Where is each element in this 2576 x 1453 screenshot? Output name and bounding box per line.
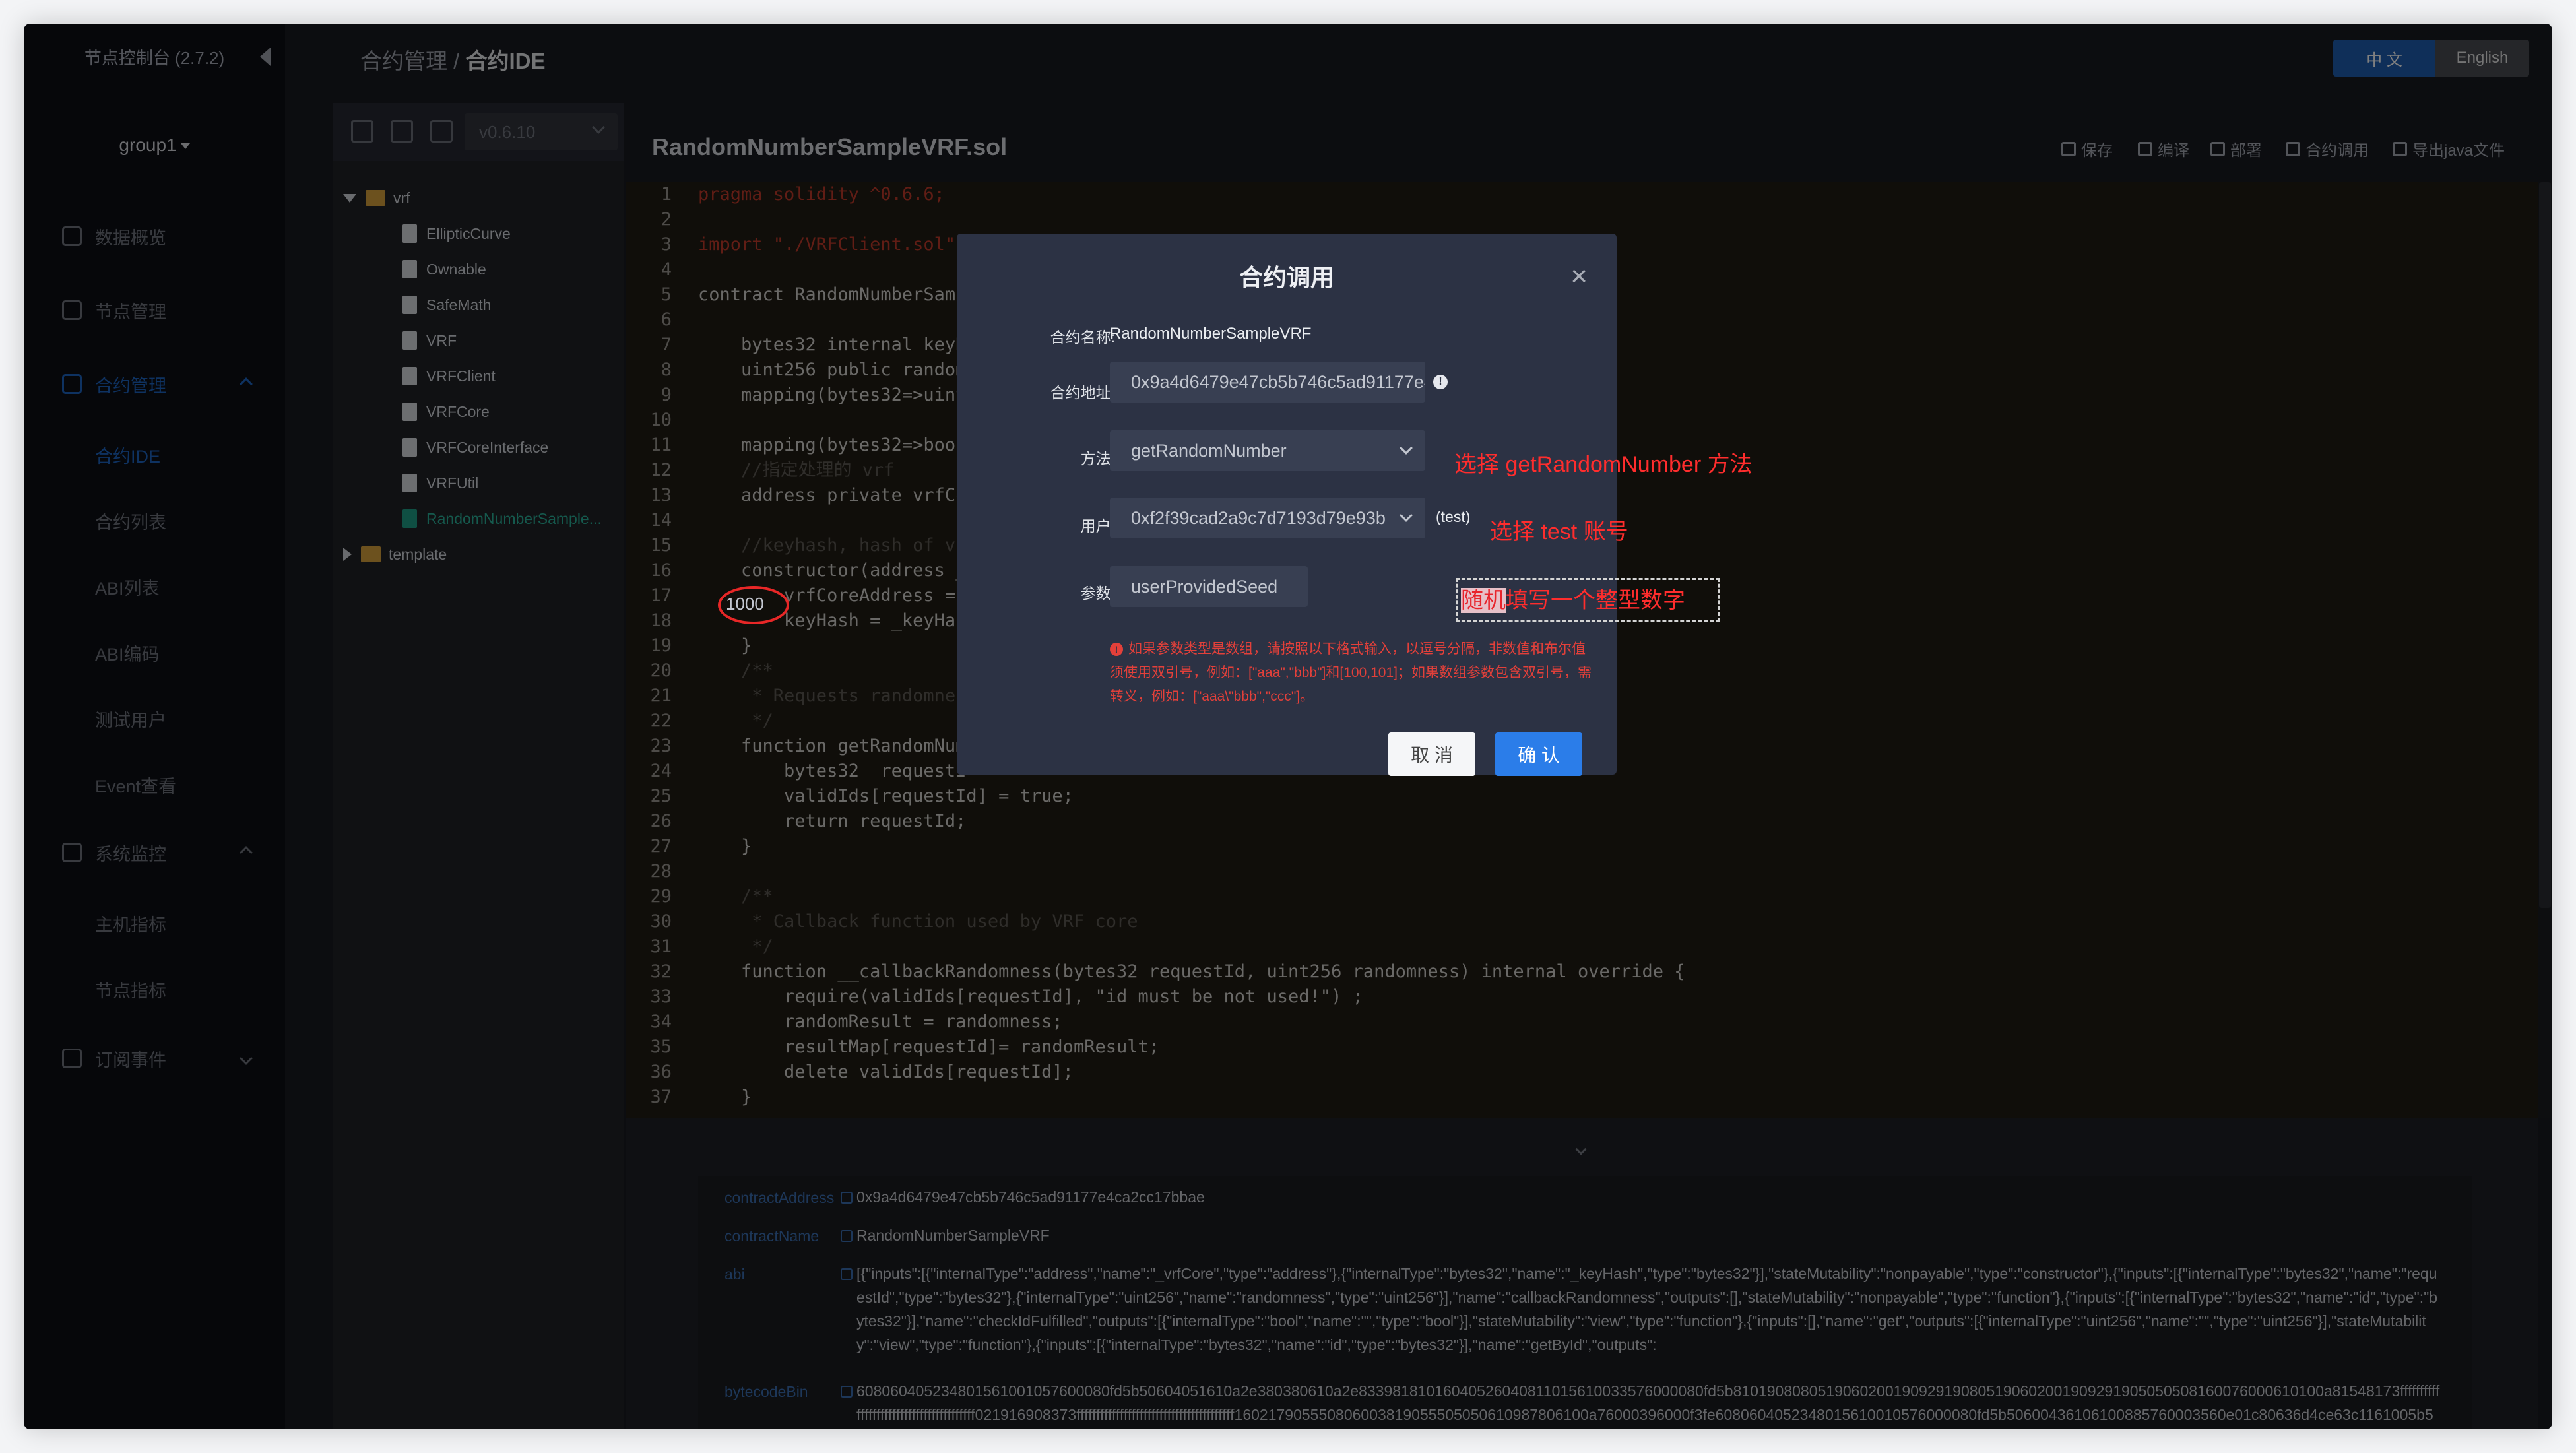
contract-name-value: RandomNumberSampleVRF: [1110, 325, 1312, 342]
param-warning: ! 如果参数类型是数组，请按照以下格式输入，以逗号分隔，非数值和布尔值须使用双引号…: [1110, 637, 1592, 709]
chevron-down-icon: [1400, 509, 1413, 522]
param-placeholder: userProvidedSeed: [1131, 576, 1278, 597]
annotation-rest: 填写一个整型数字: [1506, 588, 1685, 613]
user-tag: (test): [1436, 508, 1471, 525]
error-icon: !: [1110, 643, 1123, 657]
dialog-title: 合约调用: [1239, 264, 1334, 291]
contract-call-dialog: 合约调用 × 合约名称: RandomNumberSampleVRF 合约地址:…: [957, 234, 1617, 776]
contract-name-label: 合约名称:: [1050, 329, 1115, 346]
contract-address-label: 合约地址:: [1050, 384, 1115, 401]
warning-text: 如果参数类型是数组，请按照以下格式输入，以逗号分隔，非数值和布尔值须使用双引号，…: [1110, 641, 1592, 704]
annotation-circle: [718, 586, 789, 624]
app-window: 节点控制台 (2.7.2) group1 数据概览 节点管理 合约管理 合约ID…: [24, 24, 2552, 1429]
chevron-down-icon: [1400, 441, 1413, 455]
annotation-method: 选择 getRandomNumber 方法: [1454, 452, 1753, 477]
param-input[interactable]: userProvidedSeed: [1110, 566, 1308, 607]
method-value: getRandomNumber: [1131, 440, 1287, 461]
annotation-user: 选择 test 账号: [1490, 519, 1628, 544]
user-value: 0xf2f39cad2a9c7d7193d79e93b: [1131, 507, 1386, 528]
close-icon[interactable]: ×: [1570, 260, 1588, 293]
cancel-button[interactable]: 取 消: [1388, 732, 1475, 776]
annotation-param: 随机填写一个整型数字: [1461, 582, 1685, 614]
info-icon[interactable]: !: [1433, 375, 1448, 389]
annotation-highlight: 随机: [1461, 588, 1506, 613]
contract-address-field[interactable]: 0x9a4d6479e47cb5b746c5ad91177e4ca2cc17bb…: [1110, 362, 1425, 403]
confirm-button[interactable]: 确 认: [1495, 732, 1582, 776]
address-value: 0x9a4d6479e47cb5b746c5ad91177e4ca2cc17bb…: [1131, 371, 1425, 392]
user-select[interactable]: 0xf2f39cad2a9c7d7193d79e93b: [1110, 498, 1425, 538]
method-select[interactable]: getRandomNumber: [1110, 430, 1425, 471]
